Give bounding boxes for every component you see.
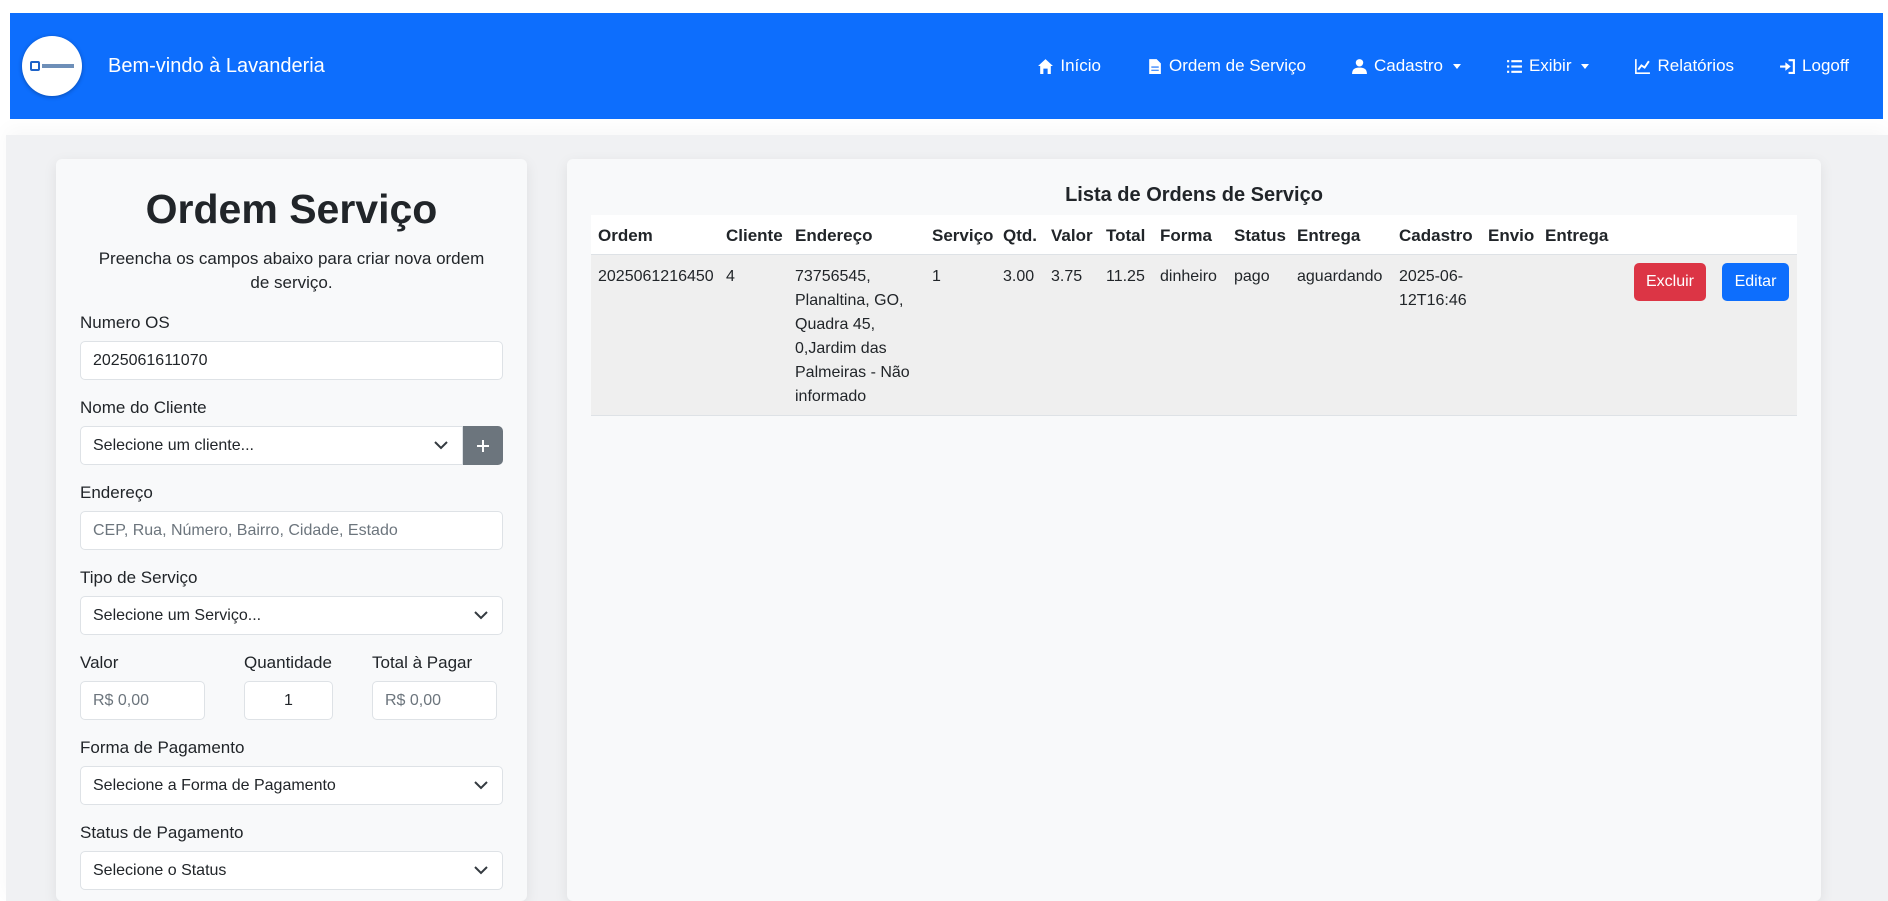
list-title: Lista de Ordens de Serviço [1065, 184, 1323, 206]
nav-cadastro[interactable]: Cadastro [1351, 56, 1461, 76]
chart-icon [1635, 58, 1651, 74]
quantidade-label: Quantidade [244, 653, 332, 672]
endereco-label: Endereço [80, 483, 153, 502]
nav-inicio-label: Início [1060, 56, 1101, 75]
nav-exibir[interactable]: Exibir [1506, 56, 1590, 76]
forma-pagamento-select[interactable]: Selecione a Forma de Pagamento [80, 766, 503, 805]
document-icon [1149, 58, 1161, 74]
header-cadastro: Cadastro [1399, 226, 1473, 245]
nav-relatorios[interactable]: Relatórios [1634, 56, 1734, 76]
header-cliente: Cliente [726, 226, 783, 245]
cadastro-line: 2025-06- [1399, 268, 1464, 285]
numero-os-input[interactable]: 2025061611070 [80, 341, 503, 380]
nav-logoff[interactable]: Logoff [1779, 56, 1849, 76]
numero-os-label: Numero OS [80, 313, 170, 332]
cell-ordem: 2025061216450 [598, 268, 714, 285]
valor-input[interactable]: R$ 0,00 [80, 681, 205, 720]
cell-status: pago [1234, 268, 1270, 285]
cadastro-line: 12T16:46 [1399, 292, 1467, 309]
chevron-down-icon [434, 441, 448, 450]
endereco-line: Palmeiras - Não [795, 364, 910, 381]
delete-button[interactable]: Excluir [1634, 263, 1706, 301]
service-order-list: Lista de Ordens de Serviço Ordem Cliente… [567, 159, 1821, 901]
endereco-input[interactable]: CEP, Rua, Número, Bairro, Cidade, Estado [80, 511, 503, 550]
status-pagamento-select[interactable]: Selecione o Status [80, 851, 503, 890]
chevron-down-icon [474, 866, 488, 875]
chevron-down-icon [474, 781, 488, 790]
chevron-down-icon [1581, 63, 1590, 69]
header-servico: Serviço [932, 226, 994, 245]
header-envio: Envio [1488, 226, 1535, 245]
nav-logoff-label: Logoff [1802, 56, 1849, 75]
list-icon [1507, 59, 1522, 73]
cell-endereco: 73756545, Planaltina, GO, Quadra 45, 0,J… [795, 265, 910, 409]
quantidade-input[interactable]: 1 [244, 681, 333, 720]
nav-menu: Início Ordem de Serviço Cadastro Exibir … [1037, 13, 1883, 119]
form-title: Ordem Serviço [145, 186, 438, 232]
cell-servico: 1 [932, 268, 941, 285]
nav-cadastro-label: Cadastro [1373, 56, 1443, 75]
endereco-line: Planaltina, GO, [795, 292, 904, 309]
servico-select-value: Selecione um Serviço... [93, 606, 262, 624]
endereco-line: 73756545, [795, 268, 871, 285]
header-total: Total [1106, 226, 1146, 245]
cliente-label: Nome do Cliente [80, 398, 207, 417]
edit-button[interactable]: Editar [1722, 263, 1789, 301]
header-valor: Valor [1051, 226, 1093, 245]
header-ordem: Ordem [598, 226, 653, 245]
endereco-line: Quadra 45, [795, 316, 876, 333]
logout-icon [1780, 58, 1795, 74]
add-client-button[interactable] [463, 426, 503, 465]
header-entrega-2: Entrega [1545, 226, 1609, 245]
header-status: Status [1234, 226, 1286, 245]
top-navbar: Bem-vindo à Lavanderia Início Ordem de S… [10, 13, 1883, 119]
user-icon [1352, 58, 1367, 74]
cell-qtd: 3.00 [1003, 268, 1035, 285]
servico-select[interactable]: Selecione um Serviço... [80, 596, 503, 635]
cliente-select-value: Selecione um cliente... [93, 436, 254, 454]
header-forma: Forma [1160, 226, 1212, 245]
cell-total: 11.25 [1106, 268, 1145, 285]
laundry-logo[interactable] [22, 36, 82, 96]
valor-quantidade-total-row: Valor R$ 0,00 Quantidade 1 Total à Pagar… [80, 635, 503, 720]
cliente-select[interactable]: Selecione um cliente... [80, 426, 464, 465]
valor-label: Valor [80, 653, 119, 672]
nav-ordem-servico-label: Ordem de Serviço [1168, 56, 1306, 75]
form-subtitle: Preencha os campos abaixo para criar nov… [98, 249, 485, 292]
status-pagamento-label: Status de Pagamento [80, 823, 244, 842]
forma-pagamento-label: Forma de Pagamento [80, 738, 245, 757]
chevron-down-icon [474, 611, 488, 620]
cell-cadastro: 2025-06- 12T16:46 [1399, 265, 1467, 313]
cliente-row: Selecione um cliente... [80, 426, 503, 465]
status-pagamento-value: Selecione o Status [93, 861, 227, 879]
cell-entrega: aguardando [1297, 268, 1383, 285]
servico-label: Tipo de Serviço [80, 568, 198, 587]
endereco-line: 0,Jardim das [795, 340, 887, 357]
nav-inicio[interactable]: Início [1037, 56, 1101, 76]
chevron-down-icon [1452, 63, 1461, 69]
header-qtd: Qtd. [1003, 226, 1037, 245]
cell-valor: 3.75 [1051, 268, 1083, 285]
table-header: Ordem Cliente Endereço Serviço Qtd. Valo… [591, 215, 1797, 255]
orders-table: Ordem Cliente Endereço Serviço Qtd. Valo… [591, 215, 1797, 416]
nav-relatorios-label: Relatórios [1657, 56, 1735, 75]
total-input[interactable]: R$ 0,00 [372, 681, 497, 720]
nav-ordem-servico[interactable]: Ordem de Serviço [1146, 56, 1306, 76]
cell-cliente: 4 [726, 268, 735, 285]
header-endereco: Endereço [795, 226, 873, 245]
cell-forma: dinheiro [1160, 268, 1217, 285]
header-entrega: Entrega [1297, 226, 1361, 245]
total-label: Total à Pagar [372, 653, 473, 672]
service-order-form: Ordem Serviço Preencha os campos abaixo … [56, 159, 527, 901]
forma-pagamento-value: Selecione a Forma de Pagamento [93, 776, 336, 794]
brand-title[interactable]: Bem-vindo à Lavanderia [108, 55, 325, 78]
home-icon [1038, 58, 1054, 74]
plus-icon [477, 439, 490, 452]
endereco-line: informado [795, 388, 867, 405]
table-row: 2025061216450 4 73756545, Planaltina, GO… [591, 255, 1797, 416]
nav-exibir-label: Exibir [1528, 56, 1572, 75]
